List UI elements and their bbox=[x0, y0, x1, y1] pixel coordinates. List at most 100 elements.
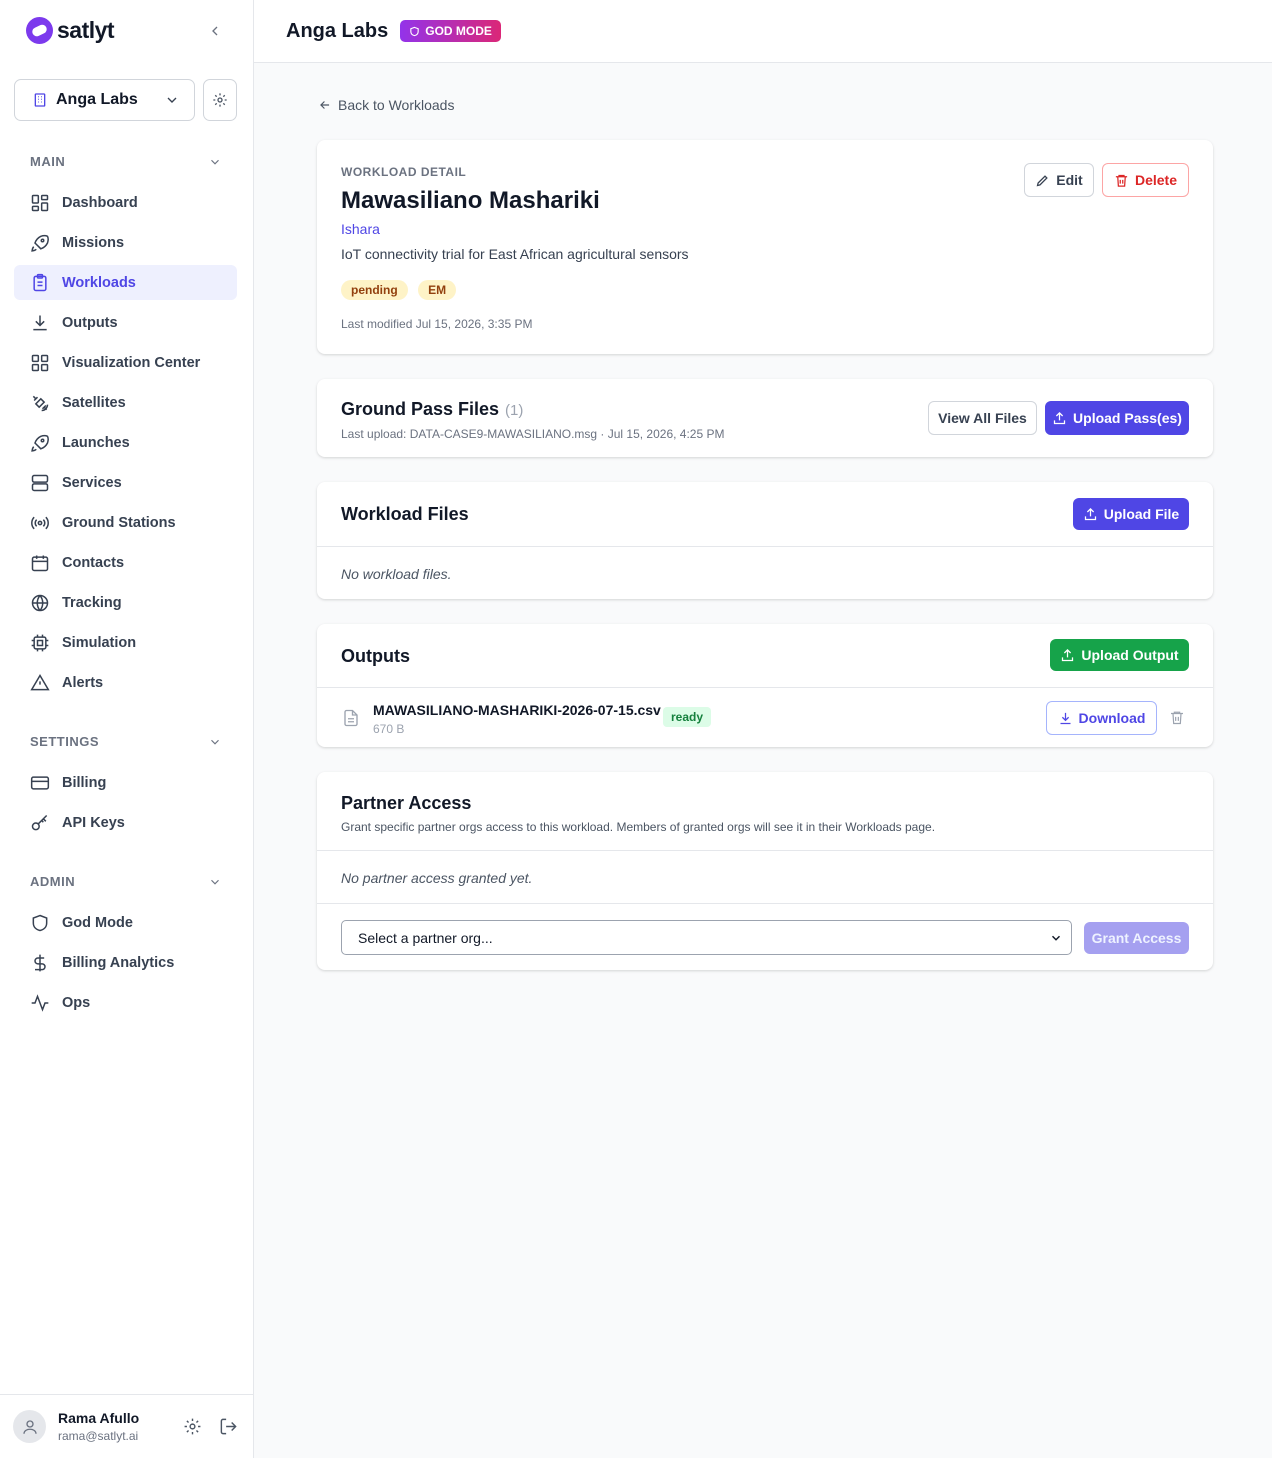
sidebar-item-tracking[interactable]: Tracking bbox=[14, 585, 237, 620]
download-icon bbox=[33, 315, 47, 330]
grid-icon bbox=[31, 354, 49, 371]
partner-access-empty: No partner access granted yet. bbox=[341, 870, 533, 886]
sidebar-item-label: Ops bbox=[62, 994, 91, 1011]
rocket-icon bbox=[31, 434, 49, 452]
upload-icon bbox=[1062, 648, 1074, 661]
sidebar-item-billing-analytics[interactable]: Billing Analytics bbox=[14, 945, 237, 980]
sidebar-item-ops[interactable]: Ops bbox=[14, 985, 237, 1020]
sidebar-item-label: Satellites bbox=[62, 394, 126, 411]
sidebar-item-outputs[interactable]: Outputs bbox=[14, 305, 237, 340]
logout-button[interactable] bbox=[217, 1416, 239, 1438]
view-all-files-button[interactable]: View All Files bbox=[928, 401, 1037, 435]
ground-pass-title: Ground Pass Files bbox=[341, 399, 500, 419]
edit-button[interactable]: Edit bbox=[1024, 163, 1094, 197]
sidebar: satlyt Anga Labs MAIN Dashboard Missions… bbox=[0, 0, 254, 1458]
download-button-label: Download bbox=[1078, 710, 1146, 726]
upload-icon bbox=[1053, 411, 1066, 424]
section-admin-title: ADMIN bbox=[30, 874, 76, 889]
chevron-left-icon bbox=[212, 26, 218, 36]
key-icon bbox=[31, 814, 48, 830]
workload-files-title: Workload Files bbox=[341, 504, 469, 524]
partner-org-select[interactable]: Select a partner org... bbox=[341, 920, 1072, 955]
chevron-down-icon bbox=[1051, 935, 1061, 941]
back-link-label: Back to Workloads bbox=[338, 97, 455, 113]
divider bbox=[317, 903, 1213, 904]
section-settings-header[interactable]: SETTINGS bbox=[30, 734, 222, 749]
sidebar-item-simulation[interactable]: Simulation bbox=[14, 625, 237, 660]
sidebar-item-contacts[interactable]: Contacts bbox=[14, 545, 237, 580]
partner-org-select-value: Select a partner org... bbox=[358, 929, 493, 946]
upload-passes-label: Upload Pass(es) bbox=[1073, 410, 1182, 426]
workload-owner-link[interactable]: Ishara bbox=[341, 221, 380, 237]
dollar-icon bbox=[34, 954, 46, 971]
workload-title: Mawasiliano Mashariki bbox=[341, 187, 600, 214]
sidebar-item-label: Contacts bbox=[62, 554, 125, 571]
partner-access-card: Partner Access Grant specific partner or… bbox=[317, 772, 1213, 970]
sidebar-item-missions[interactable]: Missions bbox=[14, 225, 237, 260]
sidebar-item-label: Billing bbox=[62, 774, 107, 791]
sidebar-item-label: API Keys bbox=[62, 814, 125, 831]
download-button[interactable]: Download bbox=[1046, 701, 1157, 735]
upload-file-button[interactable]: Upload File bbox=[1073, 498, 1189, 530]
upload-passes-button[interactable]: Upload Pass(es) bbox=[1045, 401, 1189, 435]
grant-access-button[interactable]: Grant Access bbox=[1084, 922, 1189, 954]
sidebar-item-billing[interactable]: Billing bbox=[14, 765, 237, 800]
output-file-name[interactable]: MAWASILIANO-MASHARIKI-2026-07-15.csv bbox=[373, 702, 661, 718]
type-badge: EM bbox=[418, 280, 457, 300]
avatar[interactable] bbox=[13, 1410, 46, 1443]
sidebar-item-visualization-center[interactable]: Visualization Center bbox=[14, 345, 237, 380]
org-settings-button[interactable] bbox=[203, 79, 237, 121]
user-settings-button[interactable] bbox=[181, 1416, 203, 1438]
workload-files-card: Workload Files Upload File No workload f… bbox=[317, 482, 1213, 599]
user-info: Rama Afullo rama@satlyt.ai bbox=[58, 1410, 181, 1443]
sidebar-item-label: Services bbox=[62, 474, 122, 491]
god-mode-badge: GOD MODE bbox=[400, 20, 501, 42]
user-icon bbox=[22, 1419, 37, 1434]
gear-icon bbox=[213, 93, 227, 107]
workload-files-empty: No workload files. bbox=[341, 566, 452, 582]
sidebar-item-label: Dashboard bbox=[62, 194, 138, 211]
sidebar-item-dashboard[interactable]: Dashboard bbox=[14, 185, 237, 220]
sidebar-item-label: Billing Analytics bbox=[62, 954, 175, 971]
upload-output-label: Upload Output bbox=[1081, 647, 1179, 663]
sidebar-item-ground-stations[interactable]: Ground Stations bbox=[14, 505, 237, 540]
last-modified: Last modified Jul 15, 2026, 3:35 PM bbox=[341, 317, 533, 331]
delete-button[interactable]: Delete bbox=[1102, 163, 1189, 197]
sidebar-item-label: Tracking bbox=[62, 594, 122, 611]
sidebar-item-workloads[interactable]: Workloads bbox=[14, 265, 237, 300]
back-to-workloads-link[interactable]: Back to Workloads bbox=[318, 97, 454, 113]
sidebar-item-api-keys[interactable]: API Keys bbox=[14, 805, 237, 840]
partner-access-subtitle: Grant specific partner orgs access to th… bbox=[341, 820, 936, 834]
view-all-files-label: View All Files bbox=[938, 410, 1027, 426]
sidebar-item-label: Launches bbox=[62, 434, 130, 451]
sidebar-item-services[interactable]: Services bbox=[14, 465, 237, 500]
gear-icon bbox=[184, 1418, 200, 1435]
workload-tags: pending EM bbox=[341, 280, 462, 300]
activity-icon bbox=[31, 993, 49, 1012]
workload-detail-card: WORKLOAD DETAIL Mawasiliano Mashariki Is… bbox=[317, 140, 1213, 354]
user-name: Rama Afullo bbox=[58, 1410, 140, 1426]
outputs-card: Outputs Upload Output MAWASILIANO-MASHAR… bbox=[317, 624, 1213, 747]
sidebar-item-label: Ground Stations bbox=[62, 514, 176, 531]
sidebar-item-alerts[interactable]: Alerts bbox=[14, 665, 237, 700]
sidebar-item-god-mode[interactable]: God Mode bbox=[14, 905, 237, 940]
ground-pass-count: (1) bbox=[505, 402, 524, 419]
trash-icon[interactable] bbox=[1169, 709, 1185, 726]
cpu-icon bbox=[31, 634, 49, 651]
upload-icon bbox=[1084, 507, 1096, 520]
radio-icon bbox=[31, 516, 49, 529]
collapse-sidebar-button[interactable] bbox=[204, 20, 226, 42]
logo[interactable]: satlyt bbox=[26, 17, 115, 44]
delete-button-label: Delete bbox=[1134, 172, 1178, 188]
org-switcher[interactable]: Anga Labs bbox=[14, 79, 195, 121]
chevron-down-icon bbox=[211, 159, 219, 165]
section-main-header[interactable]: MAIN bbox=[30, 154, 222, 169]
ground-pass-files-card: Ground Pass Files (1) Last upload: DATA-… bbox=[317, 379, 1213, 457]
sidebar-item-satellites[interactable]: Satellites bbox=[14, 385, 237, 420]
section-admin-header[interactable]: ADMIN bbox=[30, 874, 222, 889]
alert-icon bbox=[30, 673, 50, 690]
sidebar-item-launches[interactable]: Launches bbox=[14, 425, 237, 460]
user-email: rama@satlyt.ai bbox=[58, 1429, 139, 1443]
upload-output-button[interactable]: Upload Output bbox=[1050, 639, 1189, 671]
chevron-down-icon bbox=[167, 97, 177, 103]
